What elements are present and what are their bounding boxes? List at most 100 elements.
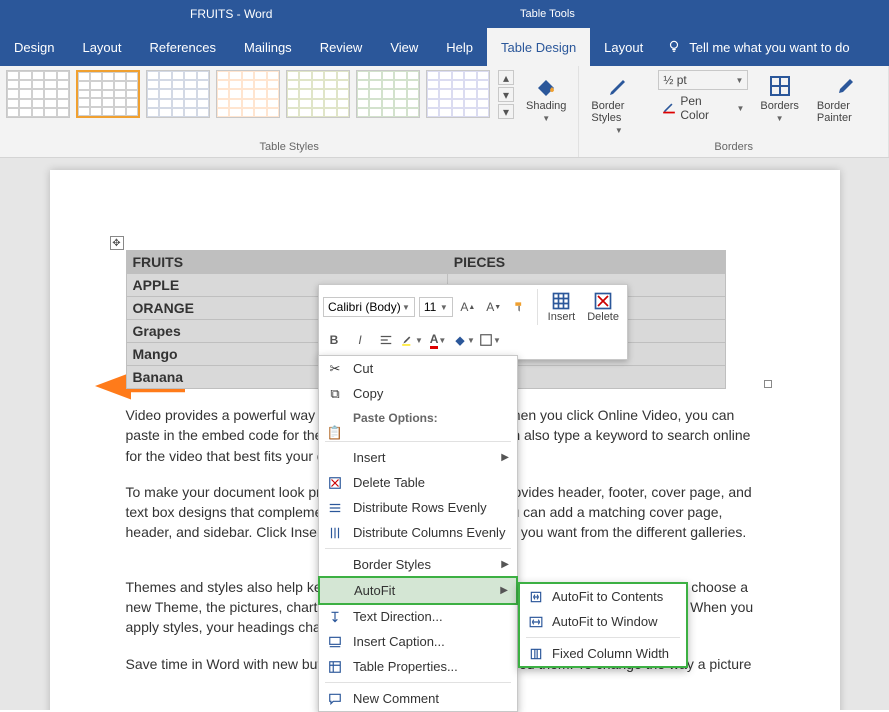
- border-styles-button[interactable]: Border Styles ▼: [585, 70, 652, 139]
- table-style-thumb[interactable]: [286, 70, 350, 118]
- separator: [325, 682, 511, 683]
- document-title: FRUITS - Word: [190, 7, 272, 21]
- table-delete-icon: [593, 291, 613, 311]
- scroll-up-icon[interactable]: ▴: [498, 70, 514, 85]
- tab-mailings[interactable]: Mailings: [230, 28, 306, 66]
- tab-design[interactable]: Design: [0, 28, 68, 66]
- ribbon: ▴ ▾ ▾ Shading ▼ Table Styles Border Styl…: [0, 66, 889, 158]
- fixed-width-icon: [528, 646, 544, 662]
- ribbon-group-table-styles: ▴ ▾ ▾ Shading ▼ Table Styles: [0, 66, 579, 157]
- tab-review[interactable]: Review: [306, 28, 377, 66]
- table-style-thumb[interactable]: [6, 70, 70, 118]
- chevron-down-icon: ▼: [440, 303, 448, 312]
- clipboard-icon: 📋: [327, 425, 343, 441]
- brush-icon: [834, 74, 858, 98]
- borders-group-label: Borders: [585, 141, 882, 155]
- highlight-button[interactable]: ▼: [401, 329, 423, 351]
- table-move-handle[interactable]: ✥: [110, 236, 124, 250]
- borders-label: Borders: [760, 100, 799, 112]
- ctx-dist-rows[interactable]: Distribute Rows Evenly: [319, 495, 517, 520]
- font-color-button[interactable]: A▼: [427, 329, 449, 351]
- borders-mini-button[interactable]: ▼: [479, 329, 501, 351]
- pen-color-button[interactable]: Pen Color ▼: [658, 92, 748, 124]
- table-style-thumb[interactable]: [426, 70, 490, 118]
- autofit-contents-icon: [528, 589, 544, 605]
- tab-references[interactable]: References: [136, 28, 230, 66]
- border-painter-button[interactable]: Border Painter: [811, 70, 882, 139]
- dist-rows-icon: [327, 500, 343, 516]
- comment-icon: [327, 691, 343, 707]
- chevron-down-icon: ▼: [776, 114, 784, 123]
- title-bar: FRUITS - Word Table Tools: [0, 0, 889, 28]
- ctx-insert-caption[interactable]: Insert Caption...: [319, 629, 517, 654]
- bulb-icon: [667, 39, 681, 56]
- ctx-dist-cols[interactable]: Distribute Columns Evenly: [319, 520, 517, 545]
- ctx-cut[interactable]: ✂Cut: [319, 356, 517, 381]
- font-size-select[interactable]: 11▼: [419, 297, 453, 317]
- scroll-down-icon[interactable]: ▾: [498, 87, 514, 102]
- chevron-down-icon: ▼: [542, 114, 550, 123]
- paste-options-label: Paste Options:: [319, 406, 517, 428]
- bucket-icon: [534, 74, 558, 98]
- grow-font-button[interactable]: A▲: [457, 296, 479, 318]
- fixed-column-width[interactable]: Fixed Column Width: [520, 641, 686, 666]
- ctx-autofit[interactable]: AutoFit▶: [318, 576, 518, 605]
- ctx-new-comment[interactable]: New Comment: [319, 686, 517, 711]
- shrink-font-button[interactable]: A▼: [483, 296, 505, 318]
- ctx-insert[interactable]: Insert▶: [319, 445, 517, 470]
- autofit-window[interactable]: AutoFit to Window: [520, 609, 686, 634]
- table-styles-gallery[interactable]: ▴ ▾ ▾ Shading ▼: [6, 70, 572, 127]
- italic-button[interactable]: I: [349, 329, 371, 351]
- table-style-thumb[interactable]: [146, 70, 210, 118]
- pen-icon: [607, 74, 631, 98]
- shading-mini-button[interactable]: ▼: [453, 329, 475, 351]
- tell-me[interactable]: Tell me what you want to do: [667, 39, 849, 56]
- ctx-copy[interactable]: ⧉Copy: [319, 381, 517, 406]
- ctx-table-properties[interactable]: Table Properties...: [319, 654, 517, 679]
- delete-button[interactable]: Delete: [583, 291, 623, 323]
- ribbon-group-borders: Border Styles ▼ ½ pt ▼ Pen Color ▼ Borde…: [579, 66, 889, 157]
- table-properties-icon: [327, 659, 343, 675]
- pen-weight-select[interactable]: ½ pt ▼: [658, 70, 748, 90]
- format-painter-button[interactable]: [509, 296, 531, 318]
- table-header-cell[interactable]: PIECES: [447, 251, 725, 274]
- chevron-down-icon: ▼: [402, 303, 410, 312]
- table-style-scroll[interactable]: ▴ ▾ ▾: [498, 70, 514, 119]
- tab-table-design[interactable]: Table Design: [487, 28, 590, 66]
- table-header-row: FRUITS PIECES: [126, 251, 725, 274]
- context-menu: ✂Cut ⧉Copy Paste Options: 📋 Insert▶ Dele…: [318, 355, 518, 712]
- autofit-contents[interactable]: AutoFit to Contents: [520, 584, 686, 609]
- tab-help[interactable]: Help: [432, 28, 487, 66]
- ctx-border-styles[interactable]: Border Styles▶: [319, 552, 517, 577]
- autofit-submenu: AutoFit to Contents AutoFit to Window Fi…: [518, 582, 688, 668]
- table-styles-group-label: Table Styles: [6, 141, 572, 155]
- mini-toolbar: Calibri (Body)▼ 11▼ A▲ A▼ Insert Delete …: [318, 284, 628, 360]
- table-header-cell[interactable]: FRUITS: [126, 251, 447, 274]
- shading-button[interactable]: Shading ▼: [520, 70, 572, 127]
- separator: [526, 637, 680, 638]
- chevron-down-icon: ▼: [615, 126, 623, 135]
- table-style-thumb[interactable]: [76, 70, 140, 118]
- font-family-select[interactable]: Calibri (Body)▼: [323, 297, 415, 317]
- gallery-more-icon[interactable]: ▾: [498, 104, 514, 119]
- scissors-icon: ✂: [327, 361, 343, 377]
- ctx-delete-table[interactable]: Delete Table: [319, 470, 517, 495]
- separator: [325, 441, 511, 442]
- ctx-paste-option[interactable]: 📋: [319, 428, 517, 438]
- dist-cols-icon: [327, 525, 343, 541]
- tab-layout[interactable]: Layout: [68, 28, 135, 66]
- align-button[interactable]: [375, 329, 397, 351]
- border-styles-label: Border Styles: [591, 100, 646, 124]
- table-style-thumb[interactable]: [356, 70, 420, 118]
- tab-view[interactable]: View: [376, 28, 432, 66]
- insert-button[interactable]: Insert: [544, 291, 580, 323]
- tab-layout2[interactable]: Layout: [590, 28, 657, 66]
- table-resize-handle[interactable]: [764, 380, 772, 388]
- tell-me-label: Tell me what you want to do: [689, 40, 849, 55]
- ctx-text-direction[interactable]: Text Direction...: [319, 604, 517, 629]
- bold-button[interactable]: B: [323, 329, 345, 351]
- chevron-right-icon: ▶: [501, 559, 509, 570]
- table-style-thumb[interactable]: [216, 70, 280, 118]
- pen-weight-value: ½ pt: [663, 73, 686, 87]
- borders-button[interactable]: Borders ▼: [754, 70, 805, 139]
